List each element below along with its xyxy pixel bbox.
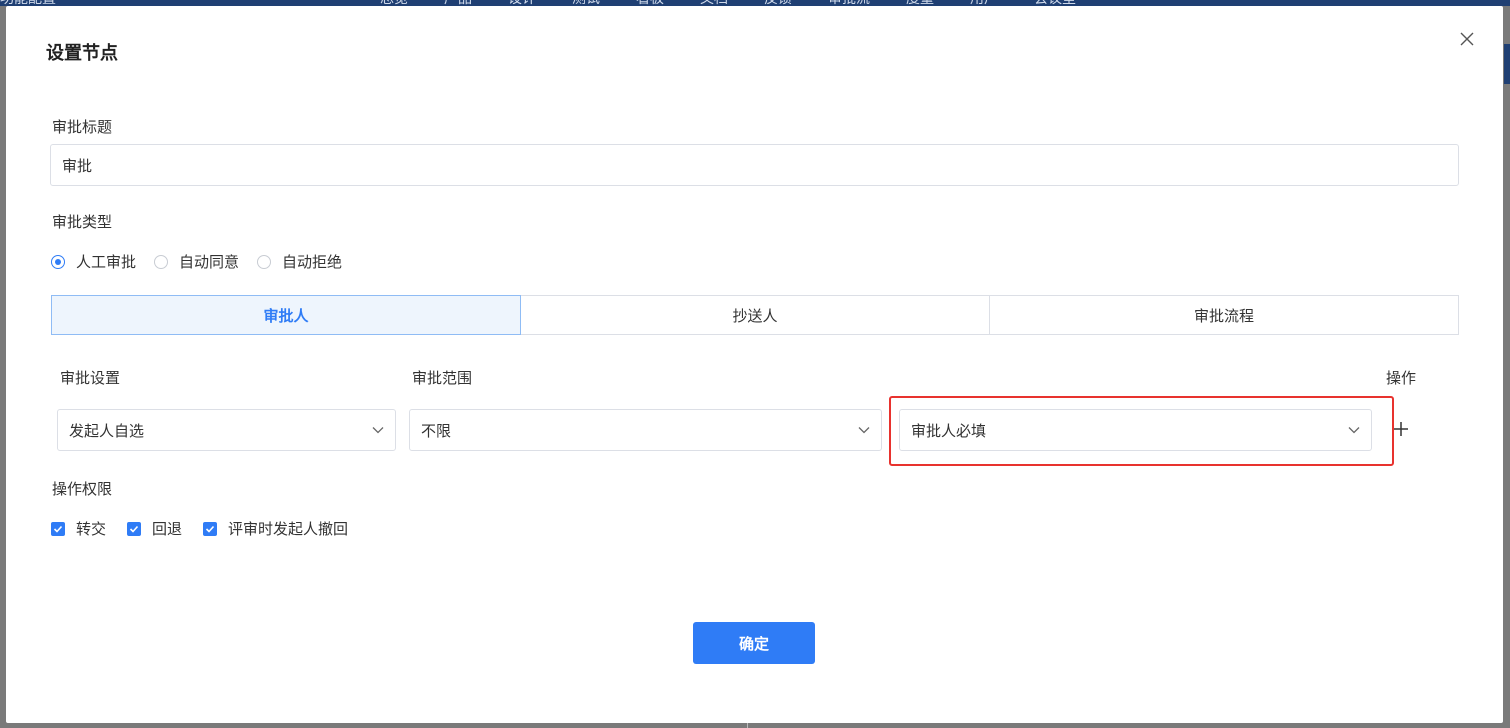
checkbox-initiator-withdraw[interactable]: 评审时发起人撤回 <box>203 518 348 539</box>
radio-unchecked-icon <box>257 254 272 269</box>
close-icon[interactable] <box>1458 30 1476 48</box>
checkbox-transfer[interactable]: 转交 <box>51 518 106 539</box>
approver-requirement-select[interactable]: 审批人必填 <box>899 409 1372 451</box>
set-node-dialog: 设置节点 审批标题 审批类型 人工审批 自动同意 自动拒绝 审批人 抄送人 审批… <box>6 6 1503 723</box>
checkbox-checked-icon <box>51 521 65 536</box>
approval-setting-column-header: 审批设置 <box>60 369 121 387</box>
radio-manual-approval[interactable]: 人工审批 <box>51 251 136 272</box>
radio-auto-approve[interactable]: 自动同意 <box>154 251 239 272</box>
chevron-down-icon <box>1348 427 1360 434</box>
permission-checkbox-group: 转交 回退 评审时发起人撤回 <box>51 518 369 539</box>
checkbox-label: 评审时发起人撤回 <box>228 520 349 538</box>
tab-cc[interactable]: 抄送人 <box>521 296 990 334</box>
approval-scope-column-header: 审批范围 <box>412 369 473 387</box>
checkbox-checked-icon <box>203 521 218 536</box>
approver-requirement-value: 审批人必填 <box>911 421 987 440</box>
dialog-title: 设置节点 <box>46 43 118 64</box>
radio-label: 自动拒绝 <box>282 253 343 271</box>
radio-label: 人工审批 <box>76 253 137 271</box>
approval-scope-select[interactable]: 不限 <box>409 409 882 451</box>
tab-approval-flow[interactable]: 审批流程 <box>990 296 1458 334</box>
plus-icon[interactable] <box>1392 420 1410 438</box>
operation-permission-label: 操作权限 <box>52 480 113 498</box>
checkbox-label: 回退 <box>152 520 183 538</box>
operation-column-header: 操作 <box>1386 369 1417 387</box>
radio-checked-icon <box>51 254 65 269</box>
checkbox-label: 转交 <box>76 520 107 538</box>
approval-setting-value: 发起人自选 <box>69 421 145 440</box>
node-tabs: 审批人 抄送人 审批流程 <box>51 295 1459 335</box>
radio-auto-reject[interactable]: 自动拒绝 <box>257 251 342 272</box>
radio-unchecked-icon <box>154 254 169 269</box>
approval-scope-value: 不限 <box>421 421 452 440</box>
chevron-down-icon <box>372 427 384 434</box>
confirm-button[interactable]: 确定 <box>693 622 815 664</box>
approval-title-input[interactable] <box>50 144 1459 186</box>
checkbox-checked-icon <box>127 521 142 536</box>
approval-setting-select[interactable]: 发起人自选 <box>57 409 396 451</box>
approval-title-label: 审批标题 <box>52 118 113 136</box>
radio-label: 自动同意 <box>179 253 240 271</box>
approval-type-label: 审批类型 <box>52 213 113 231</box>
background-side-strip <box>1504 44 1510 84</box>
tab-approver[interactable]: 审批人 <box>51 295 521 335</box>
checkbox-rollback[interactable]: 回退 <box>127 518 182 539</box>
approval-type-radio-group: 人工审批 自动同意 自动拒绝 <box>51 251 360 272</box>
chevron-down-icon <box>858 427 870 434</box>
